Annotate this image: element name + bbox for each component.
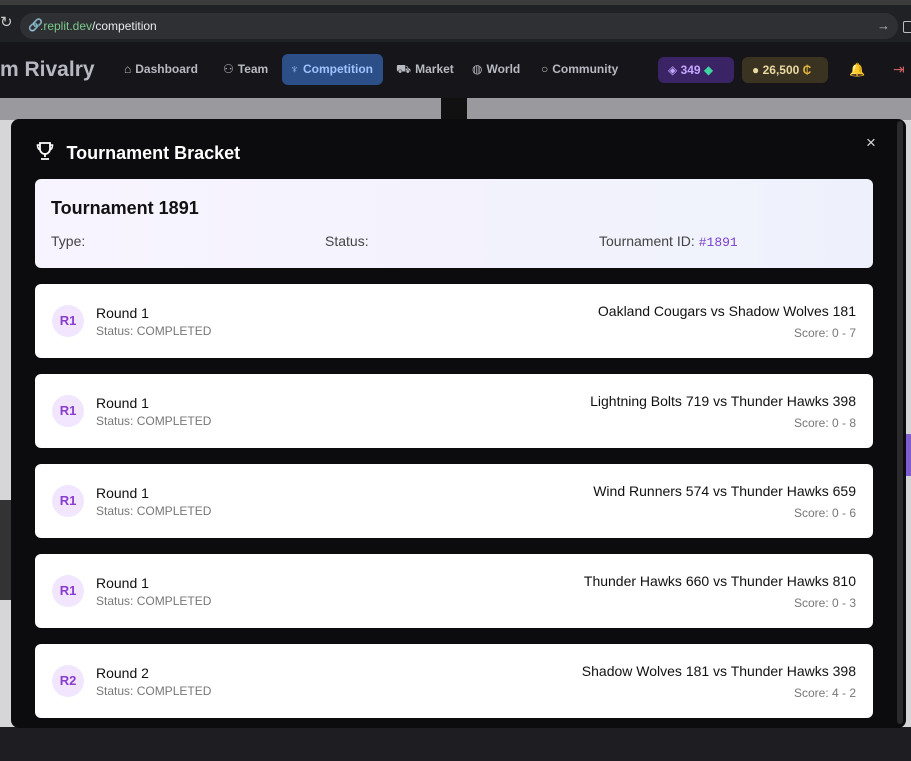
nav-world-label: World (486, 62, 521, 76)
round-label: Round 2 (96, 665, 149, 681)
url-path: /competition (92, 19, 157, 33)
gems-counter[interactable]: ◈ 349 ◆ (658, 57, 734, 83)
coins-icon: ● (752, 63, 763, 77)
match-teams: Lightning Bolts 719 vs Thunder Hawks 398 (590, 393, 856, 409)
side-panel-icon[interactable] (903, 21, 911, 33)
url-text: .replit.dev/competition (40, 19, 157, 33)
match-teams: Shadow Wolves 181 vs Thunder Hawks 398 (581, 663, 856, 679)
currency-icon: ₵ (799, 63, 812, 77)
tournament-type-label: Type: (51, 233, 86, 249)
match-teams: Thunder Hawks 660 vs Thunder Hawks 810 (583, 573, 856, 589)
nav-market[interactable]: ⛟ Market (396, 62, 454, 78)
nav-team-label: Team (237, 62, 269, 76)
url-domain: .replit.dev (40, 19, 93, 33)
match-status: Status: COMPLETED (96, 414, 212, 428)
match-status: Status: COMPLETED (96, 324, 212, 338)
page-divider-block (441, 98, 467, 120)
globe-icon: ◍ (472, 62, 483, 76)
round-label: Round 1 (96, 575, 149, 591)
reload-icon[interactable]: ↻ (0, 15, 14, 31)
modal-title: Tournament Bracket (66, 143, 241, 163)
page-footer (0, 727, 911, 761)
coins-counter[interactable]: ● 26,500 ₵ (742, 57, 828, 83)
round-badge: R1 (52, 395, 84, 427)
background-panel-edge (0, 500, 11, 600)
match-score: Score: 0 - 8 (793, 416, 856, 430)
match-teams: Oakland Cougars vs Shadow Wolves 181 (597, 303, 856, 319)
go-arrow-icon[interactable]: → (877, 18, 890, 33)
gems-value: 349 (680, 63, 701, 77)
browser-toolbar: ↻ 🔗 .replit.dev/competition → (0, 0, 911, 42)
round-label: Round 1 (96, 485, 149, 501)
bell-icon[interactable]: 🔔 (849, 62, 865, 78)
match-status: Status: COMPLETED (96, 504, 212, 518)
round-badge: R2 (52, 665, 84, 697)
app-brand: m Rivalry (0, 58, 95, 81)
nav-dashboard-label: Dashboard (135, 62, 198, 76)
logout-icon[interactable]: ⇥ (893, 61, 905, 78)
match-score: Score: 4 - 2 (793, 686, 856, 700)
round-badge: R1 (52, 575, 84, 607)
nav-competition-label: Competition (303, 62, 373, 76)
nav-market-label: Market (415, 62, 454, 76)
home-icon: ⌂ (124, 62, 132, 76)
match-card[interactable]: R2 Round 2 Status: COMPLETED Shadow Wolv… (35, 644, 873, 718)
tournament-id-label: Tournament ID: (599, 233, 695, 249)
tournament-bracket-modal: Tournament Bracket × Tournament 1891 Typ… (11, 119, 906, 728)
match-card[interactable]: R1 Round 1 Status: COMPLETED Wind Runner… (35, 464, 873, 538)
users-icon: ⚇ (223, 62, 234, 76)
nav-team[interactable]: ⚇ Team (223, 62, 268, 76)
match-status: Status: COMPLETED (96, 684, 212, 698)
match-score: Score: 0 - 3 (793, 596, 856, 610)
gems-icon: ◈ (668, 63, 681, 77)
nav-world[interactable]: ◍ World (472, 62, 520, 76)
tournament-name: Tournament 1891 (51, 198, 199, 218)
round-label: Round 1 (96, 305, 149, 321)
match-card[interactable]: R1 Round 1 Status: COMPLETED Thunder Haw… (35, 554, 873, 628)
round-label: Round 1 (96, 395, 149, 411)
trophy-icon: ♆ (290, 62, 299, 76)
chat-icon: ○ (541, 62, 549, 76)
modal-scrollbar[interactable] (897, 121, 903, 724)
round-badge: R1 (52, 485, 84, 517)
tournament-id-field: Tournament ID: #1891 (599, 233, 738, 250)
cart-icon: ⛟ (396, 62, 412, 76)
coins-value: 26,500 (762, 63, 800, 77)
match-card[interactable]: R1 Round 1 Status: COMPLETED Oakland Cou… (35, 284, 873, 358)
diamond-icon: ◆ (700, 63, 714, 77)
tournament-id-value: #1891 (698, 235, 738, 250)
match-score: Score: 0 - 7 (793, 326, 856, 340)
nav-competition[interactable]: ♆ Competition (282, 54, 383, 85)
nav-community[interactable]: ○ Community (541, 62, 618, 76)
match-status: Status: COMPLETED (96, 594, 212, 608)
app-navbar: m Rivalry ⌂ Dashboard ⚇ Team ♆ Competition … (0, 42, 911, 98)
tournament-status-label: Status: (325, 233, 369, 249)
match-score: Score: 0 - 6 (793, 506, 856, 520)
modal-header: Tournament Bracket (35, 141, 240, 165)
nav-dashboard[interactable]: ⌂ Dashboard (124, 62, 198, 76)
trophy-icon (35, 141, 57, 166)
tournament-summary-card: Tournament 1891 Type: Status: Tournament… (35, 179, 873, 268)
close-icon[interactable]: × (866, 133, 876, 153)
address-bar[interactable]: 🔗 .replit.dev/competition → (20, 13, 898, 39)
match-teams: Wind Runners 574 vs Thunder Hawks 659 (593, 483, 856, 499)
match-card[interactable]: R1 Round 1 Status: COMPLETED Lightning B… (35, 374, 873, 448)
nav-community-label: Community (552, 62, 619, 76)
round-badge: R1 (52, 305, 84, 337)
